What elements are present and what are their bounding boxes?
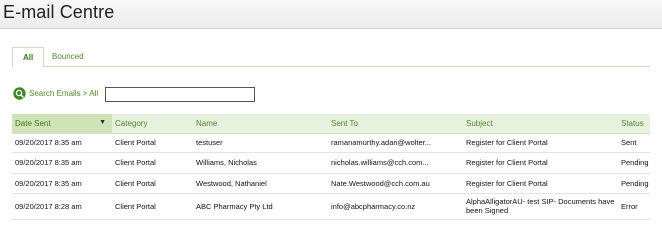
cell-sent-to: Nate.Westwood@cch.com.au (328, 173, 463, 194)
breadcrumb-scope: All (89, 89, 99, 98)
cell-category: Client Portal (112, 173, 193, 194)
cell-name: Westwood, Nathaniel (193, 173, 328, 194)
tab-bounced[interactable]: Bounced (42, 47, 94, 67)
table-row[interactable]: 09/20/2017 8:35 am Client Portal Westwoo… (12, 173, 650, 194)
cell-status: Pending (618, 152, 650, 174)
cell-name: ABC Pharmacy Pty Ltd (193, 193, 328, 220)
breadcrumb-separator: > (80, 89, 90, 98)
cell-category: Client Portal (112, 152, 193, 174)
search-emails-link[interactable]: Search Emails (29, 89, 81, 98)
cell-subject: Register for Client Portal (463, 173, 618, 194)
cell-status: Sent (618, 133, 650, 153)
column-header-date-sent[interactable]: Date Sent ▼ (12, 114, 112, 134)
cell-subject: Register for Client Portal (463, 133, 618, 153)
table-row[interactable]: 09/20/2017 8:35 am Client Portal William… (12, 152, 650, 174)
cell-name: testuser (193, 133, 328, 153)
column-header-subject[interactable]: Subject (463, 114, 618, 134)
cell-status: Pending (618, 173, 650, 194)
cell-date-sent: 09/20/2017 8:35 am (12, 173, 112, 194)
column-header-name[interactable]: Name (193, 114, 328, 134)
cell-status: Error (618, 193, 650, 220)
sort-descending-icon: ▼ (99, 118, 106, 126)
email-table: Date Sent ▼ Category Name Sent To Subject… (12, 114, 650, 220)
cell-category: Client Portal (112, 193, 193, 220)
cell-sent-to: ramanamurthy.adari@wolter... (328, 133, 463, 153)
cell-date-sent: 09/20/2017 8:35 am (12, 152, 112, 174)
search-icon[interactable] (13, 87, 26, 100)
cell-sent-to: info@abcpharmacy.co.nz (328, 193, 463, 220)
table-row[interactable]: 09/20/2017 8:35 am Client Portal testuse… (12, 133, 650, 153)
breadcrumb: Search Emails > All (29, 89, 98, 98)
cell-name: Williams, Nicholas (193, 152, 328, 174)
column-header-sent-to[interactable]: Sent To (328, 114, 463, 134)
table-row[interactable]: 09/20/2017 8:28 am Client Portal ABC Pha… (12, 193, 650, 220)
page-header: E-mail Centre (0, 0, 662, 29)
page-title: E-mail Centre (3, 2, 115, 22)
cell-date-sent: 09/20/2017 8:35 am (12, 133, 112, 153)
cell-subject: Register for Client Portal (463, 152, 618, 174)
column-header-category[interactable]: Category (112, 114, 193, 134)
column-header-status[interactable]: Status (618, 114, 650, 134)
cell-category: Client Portal (112, 133, 193, 153)
tab-all[interactable]: All (12, 47, 45, 68)
cell-date-sent: 09/20/2017 8:28 am (12, 193, 112, 220)
table-header-row: Date Sent ▼ Category Name Sent To Subject… (12, 114, 650, 134)
cell-sent-to: nicholas.williams@cch.com... (328, 152, 463, 174)
cell-subject: AlphaAlligatorAU- test SIP- Documents ha… (463, 193, 618, 220)
search-input[interactable] (105, 87, 255, 102)
tab-bar: All Bounced (12, 47, 650, 68)
